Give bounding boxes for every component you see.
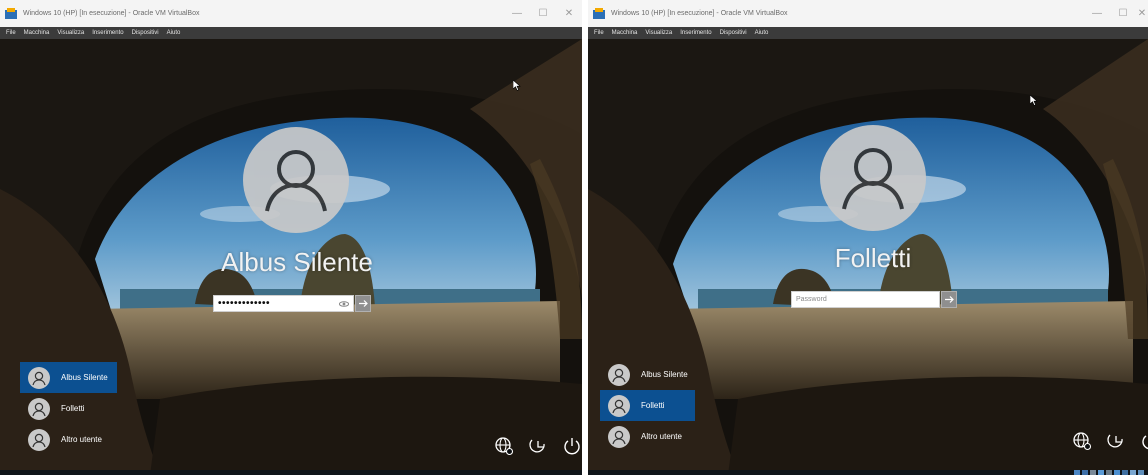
- user-item-label: Folletti: [641, 401, 665, 410]
- network-icon[interactable]: [494, 436, 514, 456]
- arrow-right-icon: [359, 300, 368, 307]
- vm-screen[interactable]: Folletti Password Albus Silente Folletti…: [588, 39, 1148, 475]
- password-value: •••••••••••••: [218, 298, 271, 309]
- user-item-label: Folletti: [61, 404, 85, 413]
- tray-icon[interactable]: [1130, 470, 1136, 475]
- tray-icon[interactable]: [1138, 470, 1144, 475]
- user-icon: [32, 433, 46, 447]
- vm-status-tray: [1074, 470, 1144, 475]
- window-title: Windows 10 (HP) [In esecuzione] - Oracle…: [23, 10, 200, 17]
- menu-visualizza[interactable]: Visualizza: [645, 30, 672, 36]
- user-icon: [32, 371, 46, 385]
- network-icon[interactable]: [1072, 431, 1092, 451]
- power-icon[interactable]: [1140, 431, 1148, 451]
- power-icon[interactable]: [562, 436, 582, 456]
- window-title: Windows 10 (HP) [In esecuzione] - Oracle…: [611, 10, 788, 17]
- user-item-label: Altro utente: [641, 432, 682, 441]
- ease-of-access-icon[interactable]: [528, 436, 548, 456]
- password-input[interactable]: Password: [791, 291, 940, 308]
- user-item-label: Albus Silente: [641, 370, 688, 379]
- user-icon: [612, 430, 626, 444]
- maximize-button[interactable]: ☐: [530, 0, 556, 27]
- menu-macchina[interactable]: Macchina: [612, 30, 638, 36]
- tray-icon[interactable]: [1082, 470, 1088, 475]
- submit-button[interactable]: [355, 295, 371, 312]
- user-avatar-small: [608, 363, 630, 386]
- user-avatar-large: [243, 127, 349, 233]
- user-item-albus-silente[interactable]: Albus Silente: [20, 362, 117, 393]
- password-row: •••••••••••••: [213, 294, 371, 313]
- user-item-altro-utente[interactable]: Altro utente: [20, 424, 117, 455]
- title-bar[interactable]: Windows 10 (HP) [In esecuzione] - Oracle…: [0, 0, 582, 27]
- tray-icon[interactable]: [1114, 470, 1120, 475]
- user-item-label: Albus Silente: [61, 373, 108, 382]
- menu-macchina[interactable]: Macchina: [24, 30, 50, 36]
- user-avatar-small: [28, 428, 50, 451]
- vm-window-right: Windows 10 (HP) [In esecuzione] - Oracle…: [588, 0, 1148, 475]
- mouse-pointer-icon: [1030, 95, 1038, 106]
- user-item-folletti[interactable]: Folletti: [600, 390, 695, 421]
- user-avatar-small: [28, 366, 50, 389]
- password-input[interactable]: •••••••••••••: [213, 295, 354, 312]
- user-icon: [612, 368, 626, 382]
- arrow-right-icon: [945, 296, 954, 303]
- maximize-button[interactable]: ☐: [1110, 0, 1136, 27]
- title-bar[interactable]: Windows 10 (HP) [In esecuzione] - Oracle…: [588, 0, 1148, 27]
- menu-bar: File Macchina Visualizza Inserimento Dis…: [0, 27, 582, 39]
- user-avatar-large: [820, 125, 926, 231]
- user-item-label: Altro utente: [61, 435, 102, 444]
- tray-icon[interactable]: [1090, 470, 1096, 475]
- user-list: Albus Silente Folletti Altro utente: [600, 359, 695, 452]
- user-item-altro-utente[interactable]: Altro utente: [600, 421, 695, 452]
- user-icon: [32, 402, 46, 416]
- user-item-folletti[interactable]: Folletti: [20, 393, 117, 424]
- user-icon: [265, 150, 327, 212]
- menu-file[interactable]: File: [594, 30, 604, 36]
- username-title: Albus Silente: [221, 247, 373, 277]
- menu-visualizza[interactable]: Visualizza: [57, 30, 84, 36]
- eye-icon[interactable]: [339, 300, 349, 308]
- user-item-albus-silente[interactable]: Albus Silente: [600, 359, 695, 390]
- user-icon: [612, 399, 626, 413]
- user-avatar-small: [608, 394, 630, 417]
- user-avatar-small: [28, 397, 50, 420]
- close-button[interactable]: ✕: [556, 0, 582, 27]
- user-avatar-small: [608, 425, 630, 448]
- user-icon: [842, 148, 904, 210]
- submit-button[interactable]: [941, 291, 957, 308]
- ease-of-access-icon[interactable]: [1106, 431, 1126, 451]
- vm-screen[interactable]: Albus Silente ••••••••••••• Albus Silent…: [0, 39, 582, 475]
- host-taskbar-strip: [0, 470, 582, 475]
- menu-file[interactable]: File: [6, 30, 16, 36]
- system-icons: [1072, 431, 1148, 451]
- host-taskbar-strip: [588, 470, 1148, 475]
- vm-window-left: Windows 10 (HP) [In esecuzione] - Oracle…: [0, 0, 582, 475]
- system-icons: [494, 436, 582, 456]
- password-placeholder: Password: [796, 296, 827, 303]
- password-row: Password: [791, 290, 957, 309]
- menu-aiuto[interactable]: Aiuto: [167, 30, 181, 36]
- minimize-button[interactable]: —: [504, 0, 530, 27]
- tray-icon[interactable]: [1122, 470, 1128, 475]
- close-button[interactable]: ✕: [1136, 0, 1148, 27]
- user-list: Albus Silente Folletti Altro utente: [20, 362, 117, 455]
- menu-dispositivi[interactable]: Dispositivi: [720, 30, 747, 36]
- username-title: Folletti: [834, 243, 912, 273]
- mouse-pointer-icon: [513, 80, 521, 91]
- tray-icon[interactable]: [1106, 470, 1112, 475]
- menu-aiuto[interactable]: Aiuto: [755, 30, 769, 36]
- tray-icon[interactable]: [1074, 470, 1080, 475]
- virtualbox-icon: [592, 7, 606, 20]
- virtualbox-icon: [4, 7, 18, 20]
- menu-inserimento[interactable]: Inserimento: [92, 30, 123, 36]
- menu-inserimento[interactable]: Inserimento: [680, 30, 711, 36]
- menu-dispositivi[interactable]: Dispositivi: [132, 30, 159, 36]
- menu-bar: File Macchina Visualizza Inserimento Dis…: [588, 27, 1148, 39]
- tray-icon[interactable]: [1098, 470, 1104, 475]
- minimize-button[interactable]: —: [1084, 0, 1110, 27]
